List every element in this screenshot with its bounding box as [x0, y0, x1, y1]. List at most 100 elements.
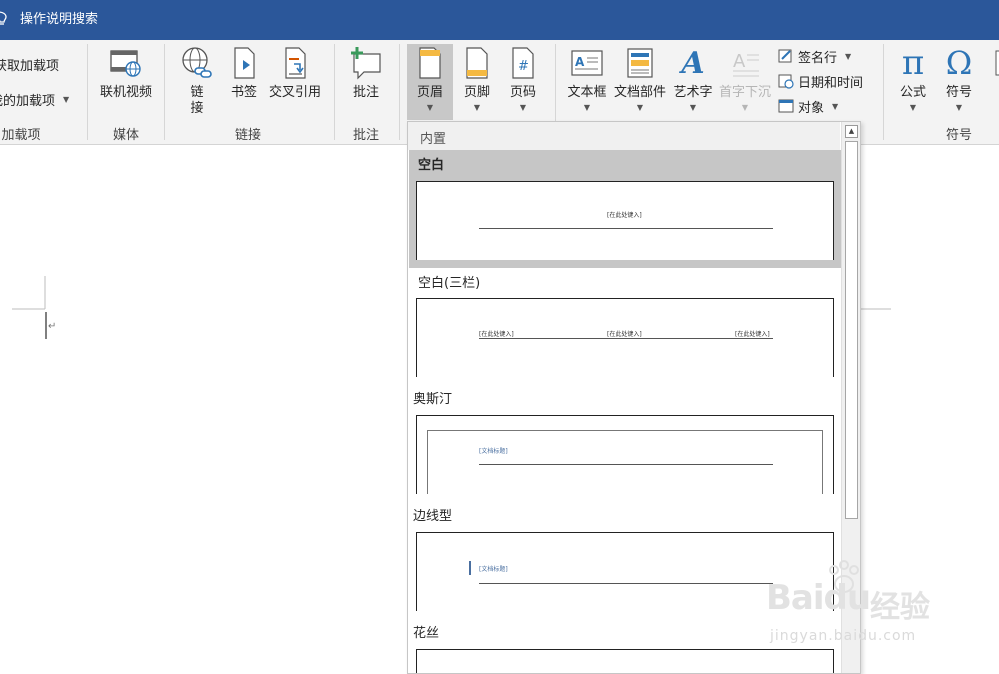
header-rule — [479, 338, 773, 339]
page-number-label: 页码 — [509, 85, 536, 100]
footer-label: 页脚 — [463, 85, 490, 100]
equation-label: 公式 — [899, 85, 926, 100]
word-art-glyph: A — [681, 45, 705, 81]
page-icon — [979, 44, 999, 82]
date-time-label: 日期和时间 — [798, 75, 864, 91]
header-button[interactable]: 页眉 ▼ — [407, 44, 453, 120]
title-bar: 操作说明搜索 — [0, 0, 999, 40]
symbol-button[interactable]: Ω 符号 ▼ — [939, 44, 979, 120]
word-art-icon: A — [673, 44, 713, 82]
group-divider — [883, 44, 884, 140]
placeholder-text: [文档标题] — [479, 566, 508, 573]
header-icon — [410, 44, 450, 82]
comment-label: 批注 — [352, 85, 379, 100]
gallery-item-title: 空白 — [418, 158, 445, 173]
pi-glyph: π — [901, 43, 925, 83]
tell-me-search[interactable]: 操作说明搜索 — [20, 12, 98, 28]
cross-reference-button[interactable]: 交叉引用 — [266, 44, 324, 120]
my-addins-label: 我的加载项 — [0, 93, 56, 109]
watermark-brand: Baidu — [766, 578, 871, 618]
svg-text:A: A — [733, 51, 746, 72]
word-art-button[interactable]: A 艺术字 ▼ — [670, 44, 716, 120]
page-number-button[interactable]: # 页码 ▼ — [501, 44, 545, 120]
chevron-down-icon: ▼ — [426, 103, 434, 112]
placeholder-text: [在此处键入] — [479, 331, 514, 338]
online-video-button[interactable]: 联机视频 — [96, 44, 156, 120]
text-box-label: 文本框 — [567, 85, 607, 100]
text-box-button[interactable]: A 文本框 ▼ — [564, 44, 610, 120]
gallery-item-title: 空白(三栏) — [418, 276, 481, 291]
group-divider — [334, 44, 335, 140]
gallery-item-blank-three-column[interactable]: [在此处键入] [在此处键入] [在此处键入] — [416, 298, 834, 377]
chevron-down-icon: ▼ — [832, 101, 839, 111]
online-video-label: 联机视频 — [99, 85, 152, 100]
link-button[interactable]: 链 接 — [176, 44, 218, 120]
baidu-jingyan-watermark: Baidu 经验 jingyan.baidu.com — [760, 560, 990, 660]
drop-cap-button[interactable]: A 首字下沉 ▼ — [716, 44, 774, 120]
gallery-item-blank[interactable]: [在此处键入] — [416, 181, 834, 260]
object-button[interactable]: 对象 ▼ — [778, 95, 838, 117]
online-video-icon — [106, 44, 146, 82]
drop-cap-icon: A — [725, 44, 765, 82]
gallery-item-title: 花丝 — [413, 626, 440, 641]
group-label-comments: 批注 — [352, 128, 379, 143]
object-label: 对象 — [798, 100, 825, 116]
drop-cap-label: 首字下沉 — [718, 85, 771, 100]
bookmark-label: 书签 — [230, 85, 257, 100]
my-addins-button[interactable]: 我的加载项 ▼ — [0, 88, 69, 110]
page-number-glyph: # — [518, 59, 529, 74]
chevron-down-icon: ▼ — [473, 103, 481, 112]
placeholder-text: [在此处键入] — [735, 331, 770, 338]
lightbulb-icon — [0, 11, 7, 25]
calendar-clock-icon — [778, 73, 794, 89]
group-label-symbols: 符号 — [945, 128, 972, 143]
page-number-icon: # — [503, 44, 543, 82]
group-divider — [399, 44, 400, 140]
group-divider — [87, 44, 88, 140]
header-label: 页眉 — [416, 85, 443, 100]
quick-parts-icon — [620, 44, 660, 82]
chevron-down-icon: ▼ — [909, 103, 917, 112]
quick-parts-label: 文档部件 — [613, 85, 666, 100]
austin-border — [427, 430, 823, 494]
quick-parts-button[interactable]: 文档部件 ▼ — [612, 44, 668, 120]
get-addins-button[interactable]: 获取加载项 — [0, 53, 59, 75]
watermark-url: jingyan.baidu.com — [770, 628, 917, 644]
scroll-thumb[interactable] — [845, 141, 858, 519]
bookmark-button[interactable]: 书签 — [224, 44, 264, 120]
cross-reference-icon — [275, 44, 315, 82]
gallery-item-title: 边线型 — [413, 509, 453, 524]
scroll-up-arrow-icon[interactable]: ▲ — [845, 125, 858, 138]
gallery-item-title: 奥斯汀 — [413, 392, 453, 407]
get-addins-label: 获取加载项 — [0, 58, 60, 74]
omega-icon: Ω — [939, 44, 979, 82]
symbol-label: 符号 — [945, 85, 972, 100]
link-label-1: 链 — [190, 85, 204, 100]
gallery-item-austin[interactable]: [文档标题] — [416, 415, 834, 494]
equation-button[interactable]: π 公式 ▼ — [893, 44, 933, 120]
footer-button[interactable]: 页脚 ▼ — [455, 44, 499, 120]
chevron-down-icon: ▼ — [63, 94, 70, 104]
pi-icon: π — [893, 44, 933, 82]
placeholder-text: [在此处键入] — [607, 331, 642, 338]
text-box-icon: A — [567, 44, 607, 82]
date-time-button[interactable]: 日期和时间 — [778, 70, 863, 92]
paragraph-mark: ↵ — [48, 321, 57, 332]
svg-text:A: A — [575, 55, 585, 69]
chevron-down-icon: ▼ — [689, 103, 697, 112]
header-rule — [479, 464, 773, 465]
new-comment-button[interactable]: 批注 — [344, 44, 388, 120]
gallery-section-header: 内置 — [408, 122, 840, 150]
omega-glyph: Ω — [945, 44, 973, 82]
placeholder-text: [在此处键入] — [607, 212, 642, 219]
placeholder-text: [文档标题] — [479, 448, 508, 455]
signature-icon — [778, 48, 794, 64]
watermark-brand-cn: 经验 — [870, 590, 930, 625]
header-rule — [479, 228, 773, 229]
chevron-down-icon: ▼ — [636, 103, 644, 112]
chevron-down-icon: ▼ — [741, 103, 749, 112]
chevron-down-icon: ▼ — [519, 103, 527, 112]
comment-icon — [346, 44, 386, 82]
more-symbols-button[interactable] — [984, 44, 999, 120]
signature-line-button[interactable]: 签名行 ▼ — [778, 45, 851, 67]
